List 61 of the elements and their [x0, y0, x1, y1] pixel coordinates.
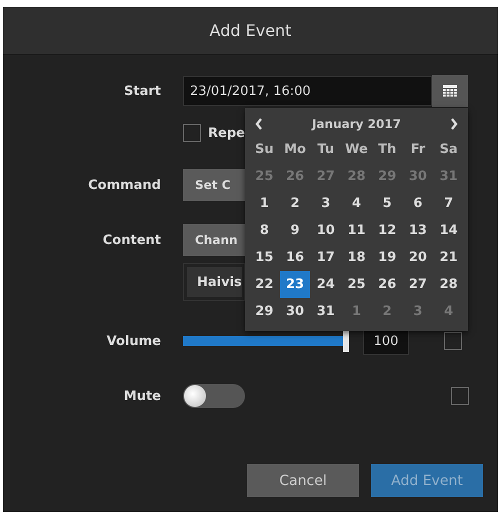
repeat-checkbox[interactable] — [183, 124, 201, 142]
calendar-day[interactable]: 16 — [280, 244, 310, 271]
command-button[interactable]: Set C — [183, 169, 245, 201]
weekday-label: Mo — [283, 141, 307, 159]
calendar-day[interactable]: 17 — [310, 244, 342, 271]
calendar-day[interactable]: 15 — [249, 244, 280, 271]
calendar-day[interactable]: 20 — [402, 244, 434, 271]
calendar-month-title: January 2017 — [312, 117, 402, 131]
calendar-day[interactable]: 3 — [310, 190, 342, 217]
calendar-day[interactable]: 30 — [280, 298, 310, 325]
volume-label: Volume — [106, 334, 161, 348]
content-button[interactable]: Chann — [183, 224, 245, 256]
calendar-day[interactable]: 29 — [249, 298, 280, 325]
weekday-label: Tu — [316, 141, 336, 159]
calendar-day[interactable]: 5 — [372, 190, 403, 217]
calendar-grid-icon — [443, 85, 457, 97]
start-label: Start — [123, 84, 161, 98]
mute-toggle[interactable] — [183, 384, 245, 408]
calendar-day[interactable]: 8 — [249, 217, 280, 244]
calendar-day[interactable]: 13 — [402, 217, 434, 244]
cancel-button[interactable]: Cancel — [247, 464, 359, 497]
calendar-day[interactable]: 10 — [310, 217, 342, 244]
weekday-label: Su — [254, 141, 275, 159]
calendar-day[interactable]: 27 — [402, 271, 434, 298]
weekday-label: Fr — [410, 141, 426, 159]
chevron-right-icon[interactable] — [450, 118, 458, 130]
calendar-day[interactable]: 31 — [310, 298, 342, 325]
calendar-day[interactable]: 1 — [249, 190, 280, 217]
weekday-label: Sa — [438, 141, 459, 159]
calendar-day[interactable]: 6 — [402, 190, 434, 217]
repeat-label: Repe — [208, 126, 245, 140]
calendar-day[interactable]: 22 — [249, 271, 280, 298]
source-select[interactable]: Haivis — [183, 263, 245, 301]
weekday-label: Th — [377, 141, 398, 159]
calendar-day[interactable]: 14 — [433, 217, 464, 244]
calendar-day[interactable]: 12 — [372, 217, 403, 244]
calendar-day[interactable]: 28 — [433, 271, 464, 298]
dialog-title: Add Event — [210, 21, 292, 40]
chevron-left-icon[interactable] — [255, 118, 263, 130]
calendar-day[interactable]: 23 — [280, 271, 310, 298]
calendar-day[interactable]: 2 — [280, 190, 310, 217]
volume-slider[interactable] — [183, 330, 349, 352]
command-label: Command — [87, 178, 161, 192]
calendar-day[interactable]: 26 — [372, 271, 403, 298]
start-date-field[interactable]: 23/01/2017, 16:00 — [183, 76, 432, 106]
calendar-day[interactable]: 4 — [341, 190, 372, 217]
calendar-day[interactable]: 18 — [341, 244, 372, 271]
calendar-day[interactable]: 7 — [433, 190, 464, 217]
mute-override-checkbox[interactable] — [451, 387, 469, 405]
slider-thumb[interactable] — [343, 330, 349, 352]
calendar-day[interactable]: 25 — [341, 271, 372, 298]
calendar-day[interactable]: 21 — [433, 244, 464, 271]
volume-override-checkbox[interactable] — [444, 332, 462, 350]
calendar-button[interactable] — [432, 75, 468, 107]
calendar-day[interactable]: 9 — [280, 217, 310, 244]
mute-label: Mute — [122, 388, 161, 404]
calendar-day[interactable]: 19 — [372, 244, 403, 271]
content-label: Content — [102, 232, 161, 248]
weekday-label: We — [344, 141, 369, 159]
calendar-day[interactable]: 24 — [310, 271, 342, 298]
calendar-day[interactable]: 11 — [341, 217, 372, 244]
